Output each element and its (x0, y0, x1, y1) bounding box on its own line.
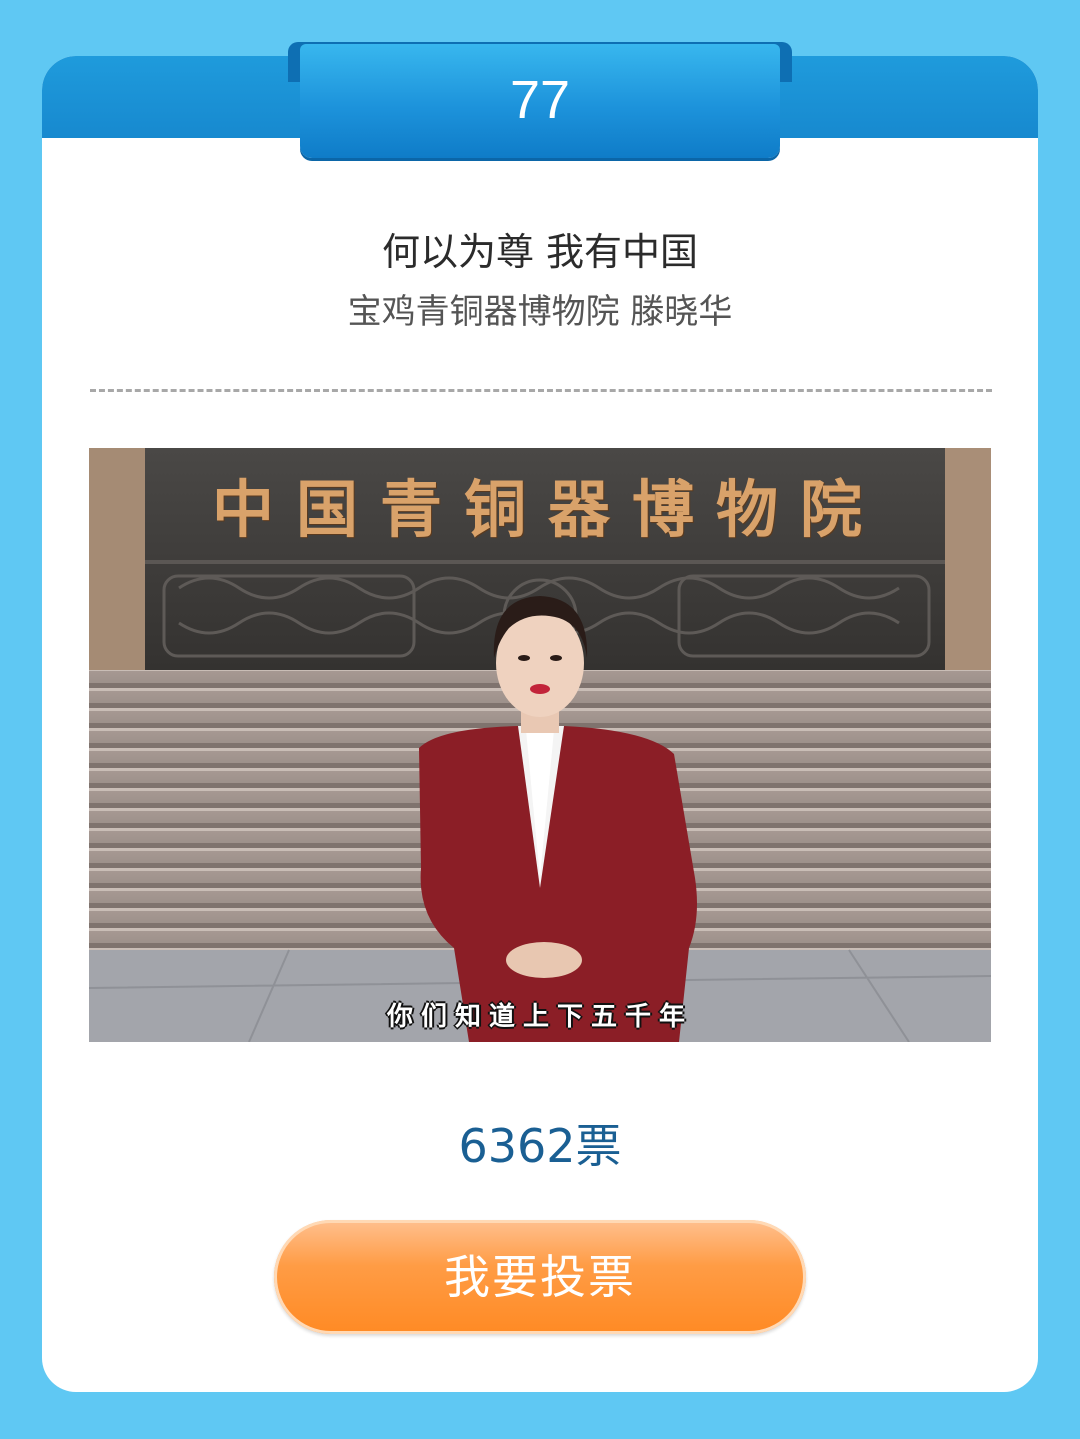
sign-character: 青 (379, 473, 442, 546)
vote-button-label: 我要投票 (444, 1250, 636, 1304)
sign-character: 国 (295, 473, 358, 546)
sign-character: 物 (715, 473, 778, 546)
right-pillar (941, 448, 991, 670)
entry-subtitle: 宝鸡青铜器博物院 滕晓华 (347, 292, 733, 332)
entry-number: 77 (509, 70, 571, 130)
sign-character: 院 (799, 473, 862, 546)
dashed-divider (90, 389, 992, 392)
sign-character: 中 (211, 473, 274, 546)
video-subtitle-caption: 你们知道上下五千年 (386, 1002, 693, 1032)
sign-character: 铜 (463, 473, 526, 546)
left-pillar (89, 448, 147, 670)
sign-character: 器 (547, 473, 610, 546)
entry-title: 何以为尊 我有中国 (381, 230, 699, 274)
sign-character: 博 (631, 473, 694, 546)
number-tab: 77 (300, 44, 780, 158)
vote-count: 6362票 (458, 1119, 622, 1173)
vote-button[interactable]: 我要投票 (274, 1220, 806, 1334)
